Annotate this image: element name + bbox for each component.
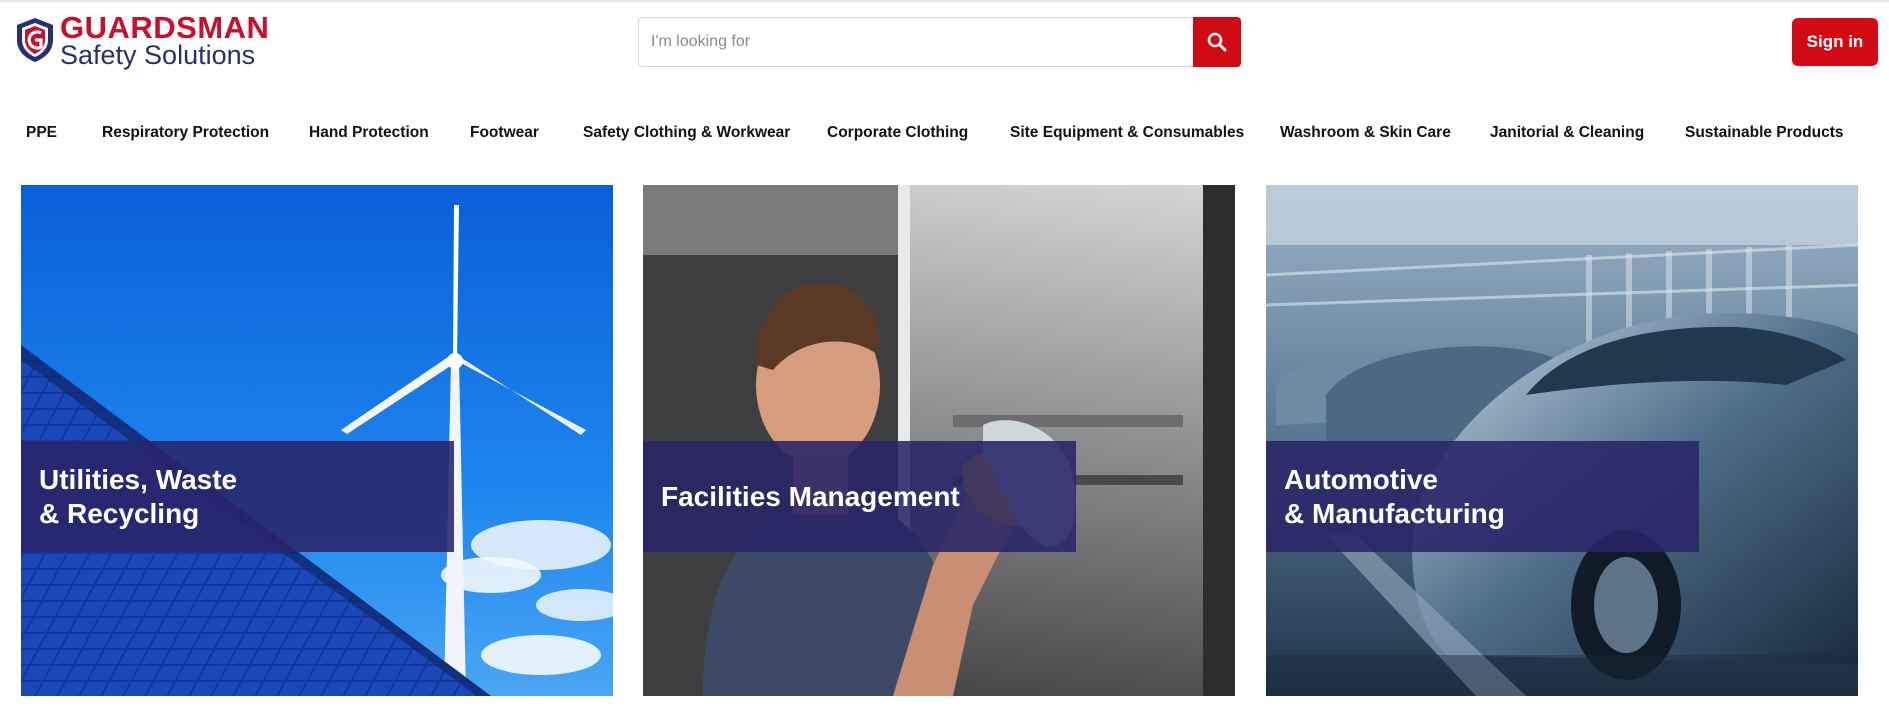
nav-item-safety-clothing[interactable]: Safety Clothing & Workwear <box>583 124 790 142</box>
nav-item-sustainable[interactable]: Sustainable Products <box>1685 124 1843 142</box>
tile-overlay: Automotive & Manufacturing <box>1266 441 1699 552</box>
tile-automotive-manufacturing[interactable]: Automotive & Manufacturing <box>1266 185 1858 696</box>
tile-facilities-management[interactable]: Facilities Management <box>643 185 1235 696</box>
nav-item-washroom[interactable]: Washroom & Skin Care <box>1280 124 1451 142</box>
nav-item-site-equipment[interactable]: Site Equipment & Consumables <box>1010 124 1244 142</box>
tile-title: Facilities Management <box>661 480 960 512</box>
brand-logo[interactable]: GUARDSMAN Safety Solutions <box>14 10 269 70</box>
tile-utilities[interactable]: Utilities, Waste & Recycling <box>21 185 613 696</box>
tile-title: Utilities, Waste & Recycling <box>39 463 238 529</box>
nav-item-hand-protection[interactable]: Hand Protection <box>309 124 429 142</box>
site-header: GUARDSMAN Safety Solutions Sign in <box>0 0 1889 95</box>
shield-g-icon <box>17 18 53 62</box>
nav-item-ppe[interactable]: PPE <box>26 124 57 142</box>
search-icon <box>1207 32 1227 52</box>
nav-item-respiratory-protection[interactable]: Respiratory Protection <box>102 124 269 142</box>
search-bar <box>638 17 1241 67</box>
tile-title: Automotive & Manufacturing <box>1284 463 1505 529</box>
sign-in-button[interactable]: Sign in <box>1792 18 1878 66</box>
search-input[interactable] <box>639 18 1193 66</box>
brand-tagline: Safety Solutions <box>60 39 256 70</box>
nav-item-footwear[interactable]: Footwear <box>470 124 539 142</box>
nav-item-corporate-clothing[interactable]: Corporate Clothing <box>827 124 968 142</box>
tile-overlay: Facilities Management <box>643 441 1076 552</box>
tile-overlay: Utilities, Waste & Recycling <box>21 441 454 552</box>
nav-item-janitorial[interactable]: Janitorial & Cleaning <box>1490 124 1644 142</box>
category-nav: PPE Respiratory Protection Hand Protecti… <box>0 124 1889 152</box>
search-button[interactable] <box>1193 17 1241 67</box>
brand-name: GUARDSMAN <box>60 9 270 45</box>
